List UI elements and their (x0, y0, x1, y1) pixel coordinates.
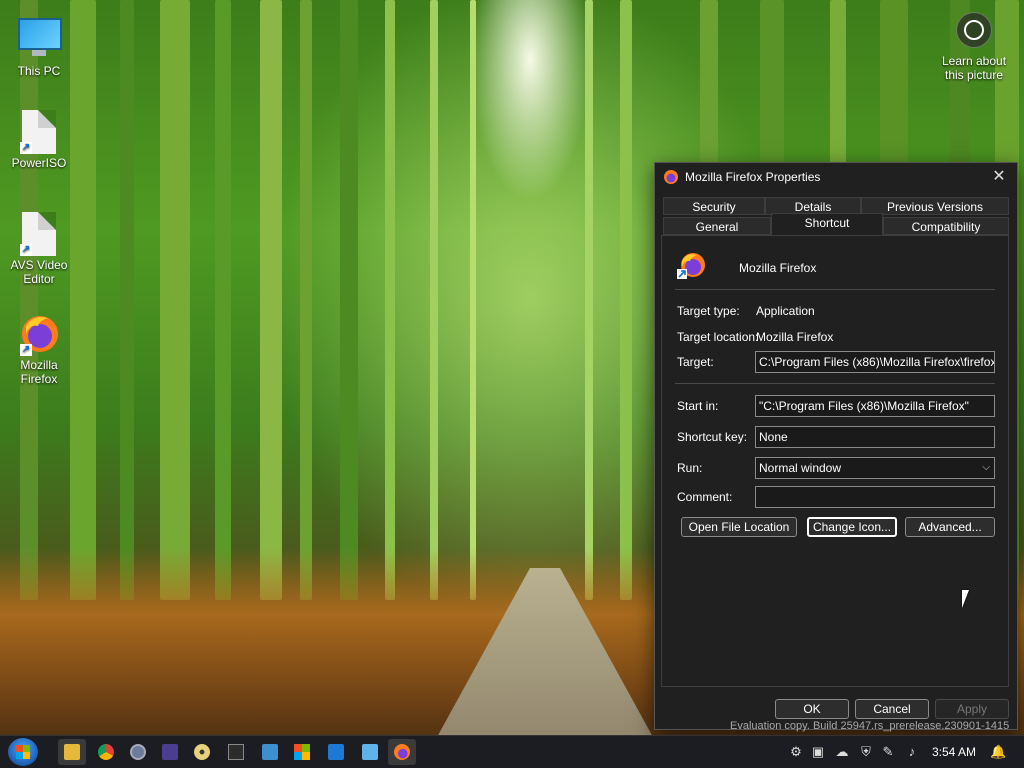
divider (675, 289, 995, 290)
tab-security[interactable]: Security (663, 197, 765, 215)
taskbar-file-explorer[interactable] (58, 739, 86, 765)
target-location-label: Target location: (677, 330, 759, 344)
store-icon (294, 744, 310, 760)
chevron-down-icon: ⌵ (982, 462, 990, 473)
taskbar-store[interactable] (288, 739, 316, 765)
file-shortcut-icon: ↗ (18, 110, 60, 154)
desktop-icon-label: PowerISO (11, 156, 67, 170)
monitor-icon (18, 18, 62, 62)
dialog-title: Mozilla Firefox Properties (685, 170, 821, 184)
tab-shortcut[interactable]: Shortcut (771, 213, 883, 235)
tray-network-icon[interactable]: ⚙ (788, 744, 804, 760)
desktop-icon-mozilla-firefox[interactable]: ↗ Mozilla Firefox (8, 312, 70, 386)
target-type-value: Application (756, 304, 815, 318)
cd-icon (194, 744, 210, 760)
evaluation-watermark: Evaluation copy. Build 25947.rs_prerelea… (730, 720, 1010, 732)
folder-icon (64, 744, 80, 760)
run-select[interactable]: Normal window ⌵ (755, 457, 995, 479)
taskbar-chrome[interactable] (92, 739, 120, 765)
apply-button[interactable]: Apply (935, 699, 1009, 719)
mouse-cursor-icon (962, 590, 976, 608)
change-icon-button[interactable]: Change Icon... (807, 517, 897, 537)
tray-shield-icon[interactable]: ⛨ (858, 744, 874, 760)
terminal-icon (228, 744, 244, 760)
camera-icon (956, 12, 992, 48)
firefox-icon: ↗ (18, 312, 60, 356)
tray-display-icon[interactable]: ▣ (810, 744, 826, 760)
taskbar-app-5[interactable] (188, 739, 216, 765)
target-location-value: Mozilla Firefox (756, 330, 834, 344)
start-in-input[interactable]: "C:\Program Files (x86)\Mozilla Firefox" (755, 395, 995, 417)
grid-icon (328, 744, 344, 760)
taskbar-app-4[interactable] (156, 739, 184, 765)
tab-strip: Security Details Previous Versions Gener… (663, 197, 1011, 237)
desktop-icon-label: Mozilla Firefox (20, 358, 58, 386)
notepad-icon (362, 744, 378, 760)
taskbar-firefox[interactable] (388, 739, 416, 765)
clock[interactable]: 3:54 AM (932, 745, 976, 759)
taskbar-app-7[interactable] (256, 739, 284, 765)
app-icon (162, 744, 178, 760)
target-type-label: Target type: (677, 304, 740, 318)
taskbar-terminal[interactable] (222, 739, 250, 765)
taskbar-app-3[interactable] (124, 739, 152, 765)
disc-icon (130, 744, 146, 760)
comment-input[interactable] (755, 486, 995, 508)
desktop-icon-poweriso[interactable]: ↗ PowerISO (8, 110, 70, 170)
cancel-button[interactable]: Cancel (855, 699, 929, 719)
start-button[interactable] (8, 738, 38, 766)
target-input[interactable]: C:\Program Files (x86)\Mozilla Firefox\f… (755, 351, 995, 373)
desktop-icon-avs-video-editor[interactable]: ↗ AVS Video Editor (8, 212, 70, 286)
desktop-icon-this-pc[interactable]: This PC (8, 12, 70, 78)
ok-button[interactable]: OK (775, 699, 849, 719)
taskbar-app-9[interactable] (322, 739, 350, 765)
start-in-label: Start in: (677, 399, 719, 413)
run-selected-value: Normal window (759, 461, 842, 475)
app-name: Mozilla Firefox (739, 261, 817, 275)
tray-pen-icon[interactable]: ✎ (880, 744, 896, 760)
learn-about-picture-label: Learn about this picture (941, 54, 1007, 82)
tray-speaker-icon[interactable]: ♪ (904, 744, 920, 760)
learn-about-picture[interactable]: Learn about this picture (938, 12, 1010, 82)
taskbar-notepad[interactable] (356, 739, 384, 765)
shortcut-arrow-icon: ↗ (20, 244, 32, 256)
desktop-icon-label: AVS Video Editor (10, 258, 68, 286)
firefox-icon (394, 744, 410, 760)
window-icon (262, 744, 278, 760)
shortcut-key-label: Shortcut key: (677, 430, 748, 444)
file-shortcut-icon: ↗ (18, 212, 60, 256)
tray-cloud-icon[interactable]: ☁ (834, 744, 850, 760)
tab-previous-versions[interactable]: Previous Versions (861, 197, 1009, 215)
close-button[interactable]: ✕ (987, 166, 1011, 188)
dialog-titlebar[interactable]: Mozilla Firefox Properties ✕ (655, 163, 1017, 191)
properties-dialog: Mozilla Firefox Properties ✕ Security De… (654, 162, 1018, 730)
advanced-button[interactable]: Advanced... (905, 517, 995, 537)
chrome-icon (98, 744, 114, 760)
shortcut-arrow-icon: ↗ (20, 142, 32, 154)
firefox-icon (664, 170, 678, 184)
run-label: Run: (677, 461, 703, 475)
desktop-icon-label: This PC (17, 64, 61, 78)
open-file-location-button[interactable]: Open File Location (681, 517, 797, 537)
target-label: Target: (677, 355, 714, 369)
tab-compatibility[interactable]: Compatibility (883, 217, 1009, 235)
comment-label: Comment: (677, 490, 733, 504)
shortcut-key-input[interactable]: None (755, 426, 995, 448)
notification-bell-icon[interactable]: 🔔 (990, 744, 1006, 760)
divider (675, 383, 995, 384)
firefox-icon (677, 253, 705, 279)
taskbar: ⚙ ▣ ☁ ⛨ ✎ ♪ 3:54 AM 🔔 (0, 735, 1024, 768)
tab-general[interactable]: General (663, 217, 771, 235)
shortcut-arrow-icon: ↗ (20, 344, 32, 356)
